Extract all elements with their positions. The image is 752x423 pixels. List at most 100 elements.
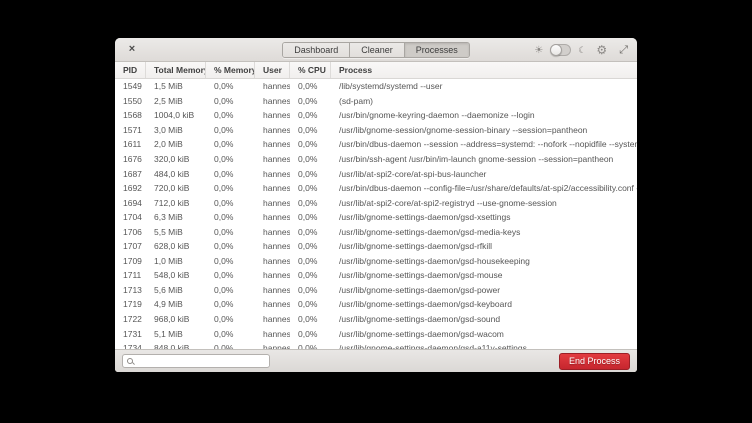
process-table-body: 15491,5 MiB0,0%hannes0,0%/lib/systemd/sy… — [115, 79, 637, 349]
cell-mem_pct: 0,0% — [206, 227, 255, 237]
process-row[interactable]: 1734848,0 kiB0,0%hannes0,0%/usr/lib/gnom… — [115, 341, 637, 349]
process-row[interactable]: 17091,0 MiB0,0%hannes0,0%/usr/lib/gnome-… — [115, 254, 637, 269]
cell-cpu_pct: 0,0% — [290, 183, 331, 193]
cell-pid: 1549 — [115, 81, 146, 91]
cell-cpu_pct: 0,0% — [290, 169, 331, 179]
column-header-user[interactable]: User — [255, 62, 290, 78]
process-row[interactable]: 15491,5 MiB0,0%hannes0,0%/lib/systemd/sy… — [115, 79, 637, 94]
cell-memory: 4,9 MiB — [146, 299, 206, 309]
process-row[interactable]: 17315,1 MiB0,0%hannes0,0%/usr/lib/gnome-… — [115, 326, 637, 341]
cell-process: /usr/bin/dbus-daemon --session --address… — [331, 139, 637, 149]
tab-processes[interactable]: Processes — [405, 43, 469, 57]
cell-mem_pct: 0,0% — [206, 96, 255, 106]
process-row[interactable]: 1711548,0 kiB0,0%hannes0,0%/usr/lib/gnom… — [115, 268, 637, 283]
cell-user: hannes — [255, 285, 290, 295]
cell-mem_pct: 0,0% — [206, 169, 255, 179]
process-row[interactable]: 15681004,0 kiB0,0%hannes0,0%/usr/bin/gno… — [115, 108, 637, 123]
cell-user: hannes — [255, 81, 290, 91]
cell-memory: 1,0 MiB — [146, 256, 206, 266]
cell-pid: 1709 — [115, 256, 146, 266]
cell-mem_pct: 0,0% — [206, 110, 255, 120]
system-monitor-window: × Dashboard Cleaner Processes ☀ ☾ ⚙ ⤢ PI… — [115, 38, 637, 372]
cell-pid: 1550 — [115, 96, 146, 106]
cell-memory: 548,0 kiB — [146, 270, 206, 280]
process-row[interactable]: 15502,5 MiB0,0%hannes0,0%(sd-pam) — [115, 94, 637, 109]
search-input[interactable] — [136, 356, 269, 366]
cell-memory: 628,0 kiB — [146, 241, 206, 251]
process-row[interactable]: 17065,5 MiB0,0%hannes0,0%/usr/lib/gnome-… — [115, 224, 637, 239]
process-row[interactable]: 1676320,0 kiB0,0%hannes0,0%/usr/bin/ssh-… — [115, 152, 637, 167]
headerbar: × Dashboard Cleaner Processes ☀ ☾ ⚙ ⤢ — [115, 38, 637, 62]
process-row[interactable]: 17046,3 MiB0,0%hannes0,0%/usr/lib/gnome-… — [115, 210, 637, 225]
cell-process: /usr/lib/at-spi2-core/at-spi2-registryd … — [331, 198, 637, 208]
cell-process: /usr/lib/gnome-settings-daemon/gsd-xsett… — [331, 212, 637, 222]
toggle-knob — [550, 44, 562, 56]
process-row[interactable]: 17194,9 MiB0,0%hannes0,0%/usr/lib/gnome-… — [115, 297, 637, 312]
cell-mem_pct: 0,0% — [206, 198, 255, 208]
cell-mem_pct: 0,0% — [206, 314, 255, 324]
process-row[interactable]: 1694712,0 kiB0,0%hannes0,0%/usr/lib/at-s… — [115, 195, 637, 210]
cell-mem_pct: 0,0% — [206, 183, 255, 193]
theme-toggle-switch[interactable] — [550, 44, 571, 56]
cell-cpu_pct: 0,0% — [290, 227, 331, 237]
process-row[interactable]: 1687484,0 kiB0,0%hannes0,0%/usr/lib/at-s… — [115, 166, 637, 181]
cell-mem_pct: 0,0% — [206, 241, 255, 251]
column-header-process[interactable]: Process — [331, 62, 637, 78]
cell-process: /usr/bin/dbus-daemon --config-file=/usr/… — [331, 183, 637, 193]
process-row[interactable]: 1707628,0 kiB0,0%hannes0,0%/usr/lib/gnom… — [115, 239, 637, 254]
cell-user: hannes — [255, 198, 290, 208]
process-row[interactable]: 1692720,0 kiB0,0%hannes0,0%/usr/bin/dbus… — [115, 181, 637, 196]
process-table-header: PID Total Memory % Memory User % CPU Pro… — [115, 62, 637, 79]
cell-pid: 1713 — [115, 285, 146, 295]
footer-actionbar: End Process — [115, 349, 637, 372]
cell-mem_pct: 0,0% — [206, 212, 255, 222]
cell-pid: 1722 — [115, 314, 146, 324]
search-icon — [127, 358, 133, 364]
cell-process: /lib/systemd/systemd --user — [331, 81, 637, 91]
cell-mem_pct: 0,0% — [206, 154, 255, 164]
cell-pid: 1676 — [115, 154, 146, 164]
process-row[interactable]: 16112,0 MiB0,0%hannes0,0%/usr/bin/dbus-d… — [115, 137, 637, 152]
cell-pid: 1731 — [115, 329, 146, 339]
cell-user: hannes — [255, 154, 290, 164]
cell-mem_pct: 0,0% — [206, 125, 255, 135]
cell-cpu_pct: 0,0% — [290, 96, 331, 106]
cell-memory: 720,0 kiB — [146, 183, 206, 193]
close-button[interactable]: × — [125, 42, 139, 56]
cell-cpu_pct: 0,0% — [290, 299, 331, 309]
process-row[interactable]: 15713,0 MiB0,0%hannes0,0%/usr/lib/gnome-… — [115, 123, 637, 138]
cell-user: hannes — [255, 256, 290, 266]
cell-pid: 1568 — [115, 110, 146, 120]
cell-user: hannes — [255, 270, 290, 280]
cell-memory: 5,6 MiB — [146, 285, 206, 295]
cell-user: hannes — [255, 329, 290, 339]
cell-memory: 2,5 MiB — [146, 96, 206, 106]
cell-memory: 5,1 MiB — [146, 329, 206, 339]
cell-memory: 1004,0 kiB — [146, 110, 206, 120]
column-header-pid[interactable]: PID — [115, 62, 146, 78]
column-header-cpu-pct[interactable]: % CPU — [290, 62, 331, 78]
cell-pid: 1719 — [115, 299, 146, 309]
cell-user: hannes — [255, 110, 290, 120]
cell-pid: 1707 — [115, 241, 146, 251]
cell-memory: 484,0 kiB — [146, 169, 206, 179]
tab-cleaner[interactable]: Cleaner — [350, 43, 405, 57]
fullscreen-expand-button[interactable]: ⤢ — [619, 44, 628, 57]
cell-pid: 1692 — [115, 183, 146, 193]
cell-memory: 1,5 MiB — [146, 81, 206, 91]
settings-gear-button[interactable]: ⚙ — [596, 43, 607, 57]
search-field[interactable] — [122, 354, 270, 368]
cell-process: /usr/lib/gnome-settings-daemon/gsd-power — [331, 285, 637, 295]
end-process-button[interactable]: End Process — [559, 353, 630, 370]
cell-pid: 1687 — [115, 169, 146, 179]
process-row[interactable]: 1722968,0 kiB0,0%hannes0,0%/usr/lib/gnom… — [115, 312, 637, 327]
cell-process: /usr/bin/gnome-keyring-daemon --daemoniz… — [331, 110, 637, 120]
column-header-memory-pct[interactable]: % Memory — [206, 62, 255, 78]
cell-pid: 1571 — [115, 125, 146, 135]
column-header-total-memory[interactable]: Total Memory — [146, 62, 206, 78]
cell-user: hannes — [255, 125, 290, 135]
cell-mem_pct: 0,0% — [206, 139, 255, 149]
cell-user: hannes — [255, 299, 290, 309]
tab-dashboard[interactable]: Dashboard — [283, 43, 350, 57]
process-row[interactable]: 17135,6 MiB0,0%hannes0,0%/usr/lib/gnome-… — [115, 283, 637, 298]
